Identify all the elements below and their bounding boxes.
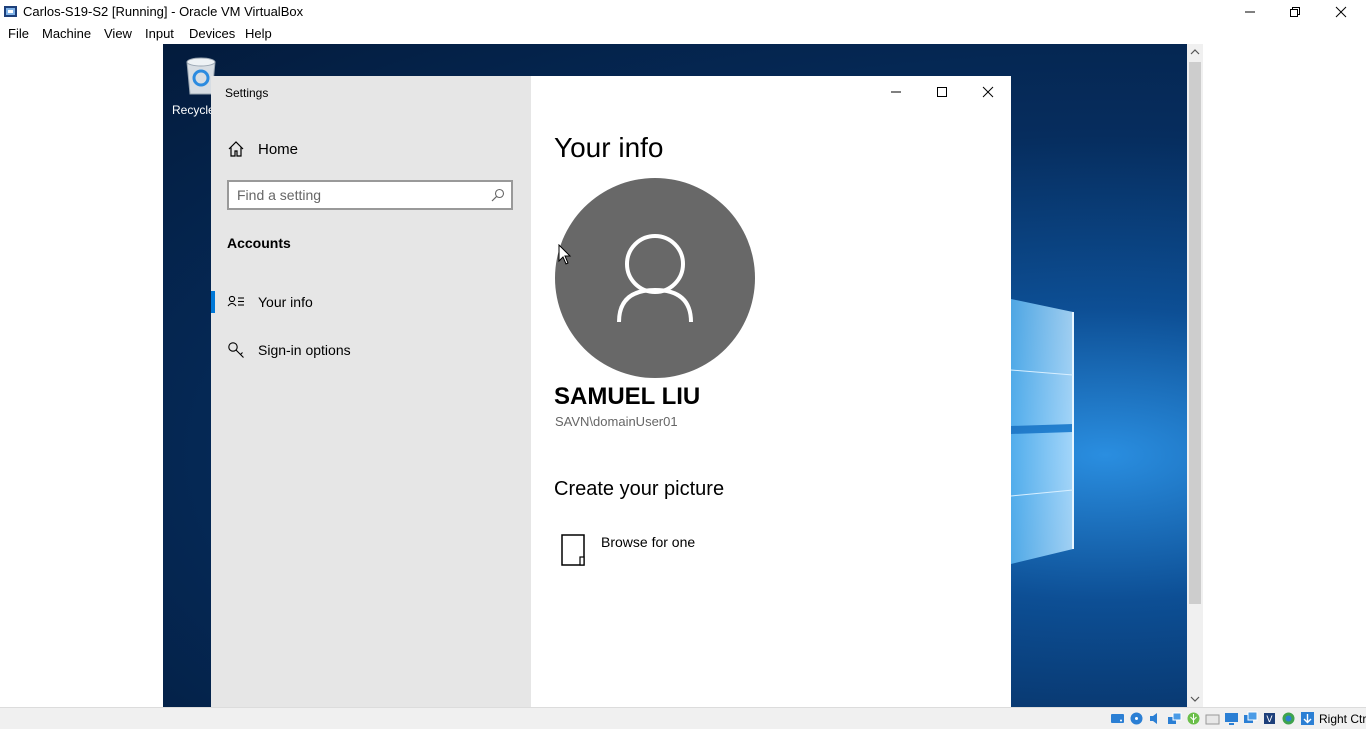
- user-avatar-icon: [617, 234, 693, 323]
- vm-margin-left: [0, 44, 163, 707]
- optical-drive-icon[interactable]: [1129, 711, 1144, 726]
- menu-help[interactable]: Help: [245, 26, 272, 41]
- maximize-icon: [937, 87, 947, 97]
- close-icon: [1335, 6, 1347, 17]
- close-icon: [982, 86, 994, 98]
- audio-icon[interactable]: [1148, 711, 1163, 726]
- host-key-label: Right Ctrl: [1319, 712, 1366, 726]
- vm-vertical-scrollbar[interactable]: [1187, 44, 1203, 707]
- create-picture-heading: Create your picture: [554, 478, 725, 500]
- browse-for-one-label: Browse for one: [601, 534, 696, 550]
- host-minimize-button[interactable]: [1227, 0, 1273, 23]
- nav-home[interactable]: Home: [211, 134, 531, 166]
- menu-input[interactable]: Input: [145, 26, 174, 41]
- file-icon: [561, 534, 585, 566]
- scroll-up-icon[interactable]: [1187, 44, 1203, 60]
- menu-devices[interactable]: Devices: [189, 26, 235, 41]
- settings-content-pane: Your info SAMUEL LIU SAVN\domainUser01 C…: [531, 76, 1011, 707]
- settings-window-title: Settings: [225, 86, 269, 100]
- windows-logo-wallpaper: [1011, 299, 1074, 564]
- svg-text:V: V: [1266, 715, 1273, 725]
- mouse-pointer-icon: [558, 244, 572, 265]
- minimize-icon: [891, 91, 901, 93]
- scroll-down-icon[interactable]: [1187, 691, 1203, 707]
- mouse-integration-icon[interactable]: [1281, 711, 1296, 726]
- nav-home-label: Home: [258, 141, 299, 158]
- host-title-bar: Carlos-S19-S2 [Running] - Oracle VM Virt…: [0, 0, 1366, 23]
- search-input[interactable]: [237, 187, 477, 203]
- browse-for-one-button[interactable]: Browse for one: [554, 531, 754, 571]
- restore-icon: [1290, 6, 1300, 17]
- host-close-button[interactable]: [1318, 0, 1364, 23]
- host-restore-button[interactable]: [1272, 0, 1318, 23]
- nav-item-your-info[interactable]: Your info: [211, 285, 531, 325]
- host-menu-bar: File Machine View Input Devices Help: [0, 23, 1366, 44]
- avatar: [555, 178, 755, 378]
- nav-section-heading: Accounts: [227, 235, 291, 251]
- menu-file[interactable]: File: [8, 26, 29, 41]
- user-account-name: SAVN\domainUser01: [555, 414, 678, 429]
- contact-card-icon: [227, 295, 244, 307]
- usb-icon[interactable]: [1186, 711, 1201, 726]
- settings-maximize-button[interactable]: [919, 76, 965, 108]
- settings-nav-pane: Settings Home Accounts: [211, 76, 531, 707]
- search-box[interactable]: [227, 180, 513, 210]
- vm-display[interactable]: Recycle Settings Home Accounts: [163, 44, 1187, 707]
- page-title: Your info: [554, 132, 664, 163]
- user-display-name: SAMUEL LIU: [554, 383, 701, 410]
- video-capture-icon[interactable]: [1243, 711, 1258, 726]
- vm-margin-right: [1203, 44, 1366, 707]
- key-icon: [228, 342, 244, 358]
- hard-disk-icon[interactable]: [1110, 711, 1125, 726]
- host-window-title: Carlos-S19-S2 [Running] - Oracle VM Virt…: [23, 4, 304, 19]
- shared-folders-icon[interactable]: [1205, 711, 1220, 726]
- host-status-bar: V Right Ctrl: [0, 707, 1366, 729]
- virtualbox-icon: [4, 6, 17, 17]
- menu-machine[interactable]: Machine: [42, 26, 91, 41]
- search-icon[interactable]: [491, 188, 505, 202]
- nav-item-label: Your info: [258, 294, 313, 310]
- settings-window: Settings Home Accounts: [211, 76, 1011, 707]
- nav-item-sign-in-options[interactable]: Sign-in options: [211, 333, 531, 373]
- recycle-bin-label: Recycle: [172, 103, 215, 117]
- menu-view[interactable]: View: [104, 26, 132, 41]
- minimize-icon: [1245, 11, 1255, 12]
- nav-item-label: Sign-in options: [258, 342, 351, 358]
- scrollbar-thumb[interactable]: [1189, 62, 1201, 604]
- settings-minimize-button[interactable]: [873, 76, 919, 108]
- keyboard-icon[interactable]: [1300, 711, 1315, 726]
- home-icon: [228, 141, 244, 157]
- display-icon[interactable]: [1224, 711, 1239, 726]
- selected-indicator: [211, 291, 215, 313]
- network-icon[interactable]: [1167, 711, 1182, 726]
- settings-close-button[interactable]: [965, 76, 1011, 108]
- cpu-icon[interactable]: V: [1262, 711, 1277, 726]
